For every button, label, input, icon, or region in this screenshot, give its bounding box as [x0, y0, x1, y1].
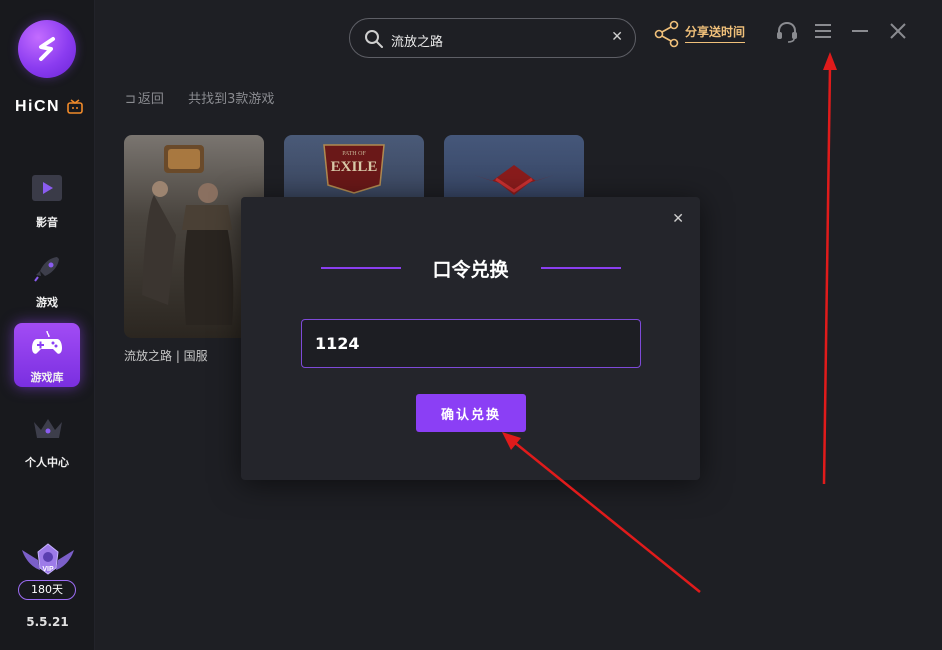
- svg-text:VIP: VIP: [42, 566, 54, 573]
- svg-text:EXILE: EXILE: [331, 159, 378, 175]
- share-link[interactable]: 分享送时间: [685, 23, 746, 43]
- close-window-icon[interactable]: [888, 21, 908, 41]
- back-label: 返回: [137, 92, 164, 107]
- clear-search-icon[interactable]: ✕: [611, 29, 623, 45]
- app-version: 5.5.21: [26, 615, 69, 629]
- sidebar: HiCN 影音 游戏 游戏库 个人中心 VIP 180天 5.5.21: [0, 0, 95, 650]
- annotation-arrowhead: [823, 52, 837, 70]
- app-logo: [18, 20, 76, 78]
- brand-name: HiCN: [15, 98, 61, 115]
- breadcrumb: ⊐ 返回 共找到3款游戏: [125, 88, 284, 107]
- sidebar-item-profile[interactable]: 个人中心: [14, 408, 80, 472]
- gift-badge-icon: [67, 99, 83, 114]
- search-box[interactable]: 流放之路 ✕: [349, 18, 636, 58]
- search-icon: [365, 30, 383, 48]
- annotation-arrow: [822, 65, 832, 485]
- crown-icon: [34, 419, 62, 438]
- logo-icon: [39, 37, 55, 61]
- sidebar-item-game-library[interactable]: 游戏库: [14, 323, 80, 387]
- dialog-title: 口令兑换: [432, 259, 509, 281]
- close-dialog-icon[interactable]: ✕: [672, 211, 684, 227]
- redeem-code-input[interactable]: [301, 319, 641, 368]
- play-icon: [32, 175, 62, 201]
- rocket-icon: [34, 257, 59, 282]
- gamepad-icon: [32, 330, 62, 354]
- search-input[interactable]: 流放之路: [391, 31, 443, 50]
- back-link[interactable]: ⊐ 返回: [125, 92, 174, 107]
- sidebar-item-label: 个人中心: [25, 456, 69, 469]
- vip-wings-icon: VIP: [22, 543, 74, 575]
- sidebar-item-label: 影音: [36, 216, 58, 229]
- result-count: 共找到3款游戏: [188, 92, 275, 107]
- sidebar-item-label: 游戏库: [30, 371, 64, 384]
- share-icon[interactable]: [654, 20, 680, 48]
- redeem-code-dialog: ✕ 口令兑换 确认兑换: [241, 197, 700, 480]
- game-cover-image: EXILE PATH OF: [323, 144, 385, 194]
- sidebar-item-label: 游戏: [36, 296, 58, 309]
- sidebar-item-games[interactable]: 游戏: [14, 248, 80, 312]
- headset-icon[interactable]: [775, 20, 799, 44]
- confirm-redeem-button[interactable]: 确认兑换: [416, 394, 526, 432]
- vip-badge[interactable]: VIP: [18, 540, 78, 584]
- sidebar-item-media[interactable]: 影音: [14, 168, 80, 232]
- minimize-icon[interactable]: [850, 22, 870, 40]
- game-cover-image: [474, 165, 554, 195]
- vip-days-badge: 180天: [18, 580, 76, 600]
- menu-icon[interactable]: [813, 22, 833, 40]
- svg-text:PATH OF: PATH OF: [342, 151, 366, 157]
